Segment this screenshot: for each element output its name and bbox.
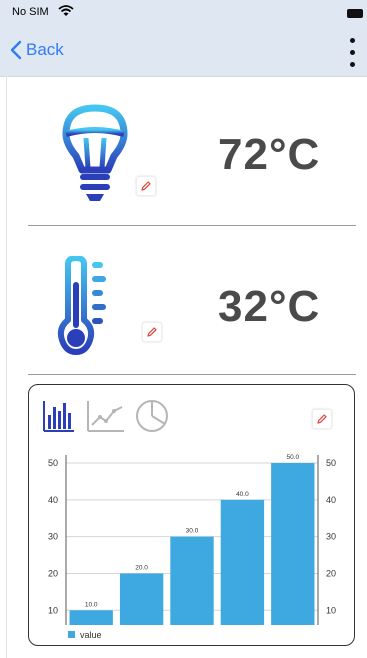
battery-icon xyxy=(347,9,363,18)
data-label: 10.0 xyxy=(84,601,97,608)
legend-swatch xyxy=(67,631,75,638)
y-tick-label-left: 30 xyxy=(47,532,57,542)
bar xyxy=(119,573,163,625)
thermometer-icon xyxy=(57,256,106,355)
data-label: 20.0 xyxy=(135,564,148,571)
dot xyxy=(350,38,355,43)
carrier-label: No SIM xyxy=(12,6,49,18)
status-bar: No SIM xyxy=(0,0,367,28)
data-label: 40.0 xyxy=(236,491,249,498)
dot xyxy=(350,50,355,55)
lightbulb-icon xyxy=(62,104,128,201)
y-tick-label-left: 40 xyxy=(47,495,57,505)
left-border xyxy=(6,76,7,658)
more-options-button[interactable] xyxy=(343,36,361,70)
back-label: Back xyxy=(26,40,64,59)
pencil-icon xyxy=(141,181,151,191)
data-label: 50.0 xyxy=(286,454,299,461)
dot xyxy=(350,62,355,67)
y-tick-label-left: 50 xyxy=(47,458,57,468)
pencil-icon xyxy=(147,327,157,337)
pencil-icon xyxy=(317,414,327,424)
bar xyxy=(169,536,214,625)
y-tick-label-right: 40 xyxy=(326,495,336,505)
y-tick-label-right: 30 xyxy=(326,532,336,542)
chart-card: 10 10 20 20 30 30 40 40 50 50 10.0 20.0 30.0 40.0 50.0… xyxy=(28,384,355,646)
sensor-card-temperature[interactable]: 32°C xyxy=(28,246,356,364)
sensor-reading: 72°C xyxy=(218,130,321,179)
legend-label: value xyxy=(80,630,102,640)
divider xyxy=(28,374,356,375)
y-tick-label-right: 50 xyxy=(326,458,336,468)
bar xyxy=(220,499,264,625)
sensor-reading: 32°C xyxy=(218,282,321,331)
line-chart-icon[interactable] xyxy=(86,399,126,433)
edit-button[interactable] xyxy=(312,409,332,429)
bar-chart: 10 10 20 20 30 30 40 40 50 50 10.0 20.0 30.0 40.0 50.0… xyxy=(47,454,336,640)
navigation-bar: Back xyxy=(0,28,367,77)
pie-chart-icon[interactable] xyxy=(135,399,169,433)
edit-button[interactable] xyxy=(136,176,156,196)
y-tick-label-right: 20 xyxy=(326,568,336,578)
bar xyxy=(69,610,113,625)
wifi-icon xyxy=(58,5,74,16)
back-button[interactable]: Back xyxy=(10,40,64,60)
edit-button[interactable] xyxy=(142,322,162,342)
y-tick-label-left: 10 xyxy=(47,605,57,615)
chevron-left-icon xyxy=(10,40,22,60)
bar xyxy=(270,463,314,625)
data-label: 30.0 xyxy=(185,528,198,535)
sensor-card-light[interactable]: 72°C xyxy=(28,96,356,216)
bar-chart-icon[interactable] xyxy=(42,399,76,433)
y-tick-label-left: 20 xyxy=(47,568,57,578)
divider xyxy=(28,225,356,226)
y-tick-label-right: 10 xyxy=(326,605,336,615)
